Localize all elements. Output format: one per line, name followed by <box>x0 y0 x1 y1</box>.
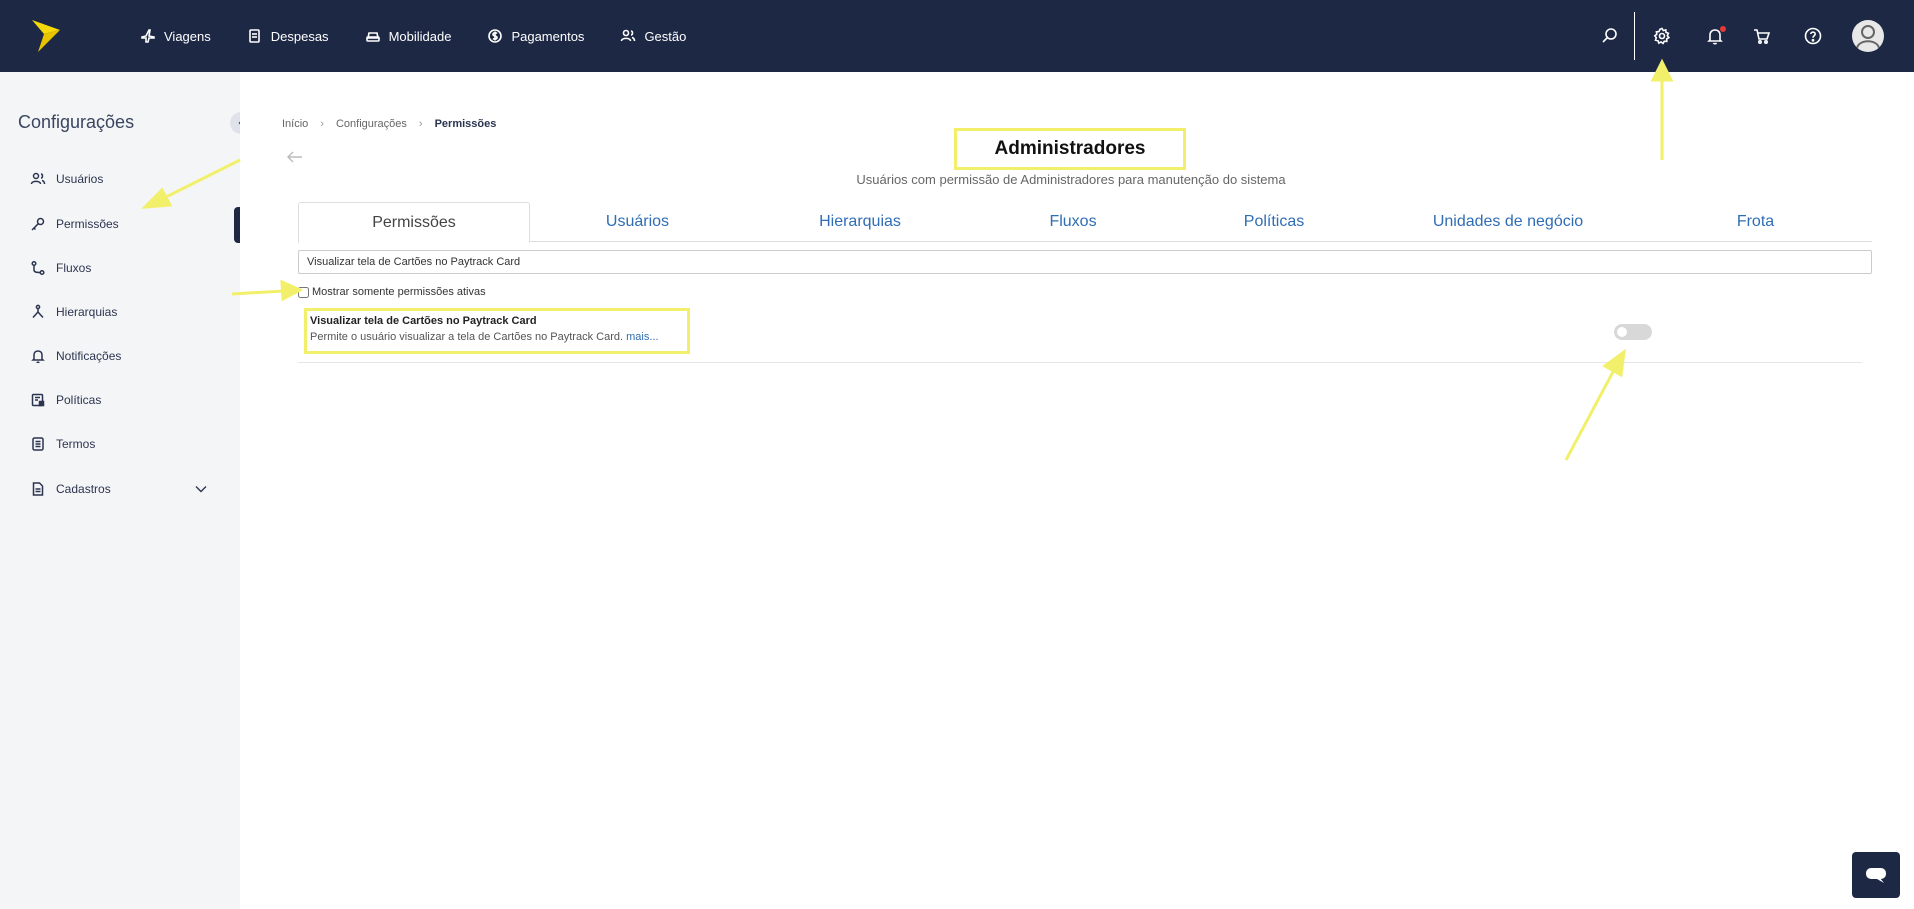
permission-description-text: Permite o usuário visualizar a tela de C… <box>310 331 624 343</box>
tab-permissoes[interactable]: Permissões <box>298 202 530 243</box>
active-only-checkbox[interactable] <box>298 286 309 298</box>
nav-despesas[interactable]: Despesas <box>247 28 329 44</box>
main-nav: Viagens Despesas Mobilidade Pagamentos G… <box>140 0 722 72</box>
nav-gestao[interactable]: Gestão <box>620 28 686 44</box>
nav-label: Viagens <box>164 28 211 44</box>
sidebar-item-fluxos[interactable]: Fluxos <box>30 258 91 278</box>
settings-button[interactable] <box>1652 26 1672 46</box>
sidebar-item-notificacoes[interactable]: Notificações <box>30 346 121 366</box>
row-divider <box>298 362 1862 363</box>
paytrack-logo[interactable] <box>30 18 62 54</box>
sidebar-item-permissoes[interactable]: Permissões <box>30 214 119 234</box>
permission-item-highlight: Visualizar tela de Cartões no Paytrack C… <box>304 308 690 354</box>
breadcrumb-current: Permissões <box>434 118 497 130</box>
help-button[interactable] <box>1803 26 1823 46</box>
chat-icon <box>1866 868 1886 883</box>
sidebar-item-label: Cadastros <box>56 482 111 496</box>
breadcrumb-configuracoes[interactable]: Configurações <box>336 118 407 130</box>
active-only-filter[interactable]: Mostrar somente permissões ativas <box>298 286 486 298</box>
search-icon <box>1602 28 1617 43</box>
tab-fluxos[interactable]: Fluxos <box>975 202 1171 242</box>
chevron-right-icon: › <box>418 118 423 130</box>
page-subtitle: Usuários com permissão de Administradore… <box>856 172 1286 187</box>
file-icon <box>32 482 44 496</box>
chevron-right-icon: › <box>320 118 324 130</box>
nav-label: Despesas <box>270 28 329 44</box>
permission-search-input[interactable] <box>298 250 1872 274</box>
user-icon <box>1856 25 1880 49</box>
sidebar-title: Configurações <box>18 112 135 132</box>
permission-description: Permite o usuário visualizar a tela de C… <box>310 331 684 343</box>
cart-icon <box>1754 29 1771 45</box>
search-button[interactable] <box>1600 26 1620 46</box>
permission-toggle[interactable] <box>1614 324 1652 340</box>
permission-more-link[interactable]: mais... <box>626 331 658 343</box>
sidebar-item-label: Notificações <box>56 349 122 363</box>
gear-icon <box>1653 27 1671 45</box>
policy-icon <box>31 393 45 407</box>
car-icon <box>365 32 380 42</box>
user-avatar[interactable] <box>1852 20 1884 52</box>
sidebar-item-label: Hierarquias <box>56 305 118 319</box>
users-icon <box>621 29 636 42</box>
chat-support-button[interactable] <box>1852 852 1900 898</box>
toggle-knob <box>1617 327 1627 337</box>
page-title: Administradores <box>994 138 1146 159</box>
tab-usuarios[interactable]: Usuários <box>530 202 745 242</box>
tab-bar: Permissões Usuários Hierarquias Fluxos P… <box>298 202 1872 243</box>
tab-politicas[interactable]: Políticas <box>1171 202 1377 242</box>
sidebar-item-usuarios[interactable]: Usuários <box>30 169 103 189</box>
sidebar-item-termos[interactable]: Termos <box>30 434 95 454</box>
tab-frota[interactable]: Frota <box>1639 202 1872 242</box>
nav-label: Gestão <box>644 28 687 44</box>
nav-mobilidade[interactable]: Mobilidade <box>365 28 452 44</box>
top-navbar: Viagens Despesas Mobilidade Pagamentos G… <box>0 0 1914 72</box>
sidebar-item-hierarquias[interactable]: Hierarquias <box>30 302 117 322</box>
sidebar-item-label: Termos <box>56 437 96 451</box>
receipt-icon <box>248 29 260 43</box>
airplane-icon <box>141 29 155 43</box>
back-arrow-icon[interactable] <box>286 150 304 164</box>
sidebar-item-cadastros[interactable]: Cadastros <box>30 479 111 499</box>
help-icon <box>1804 27 1822 45</box>
nav-viagens[interactable]: Viagens <box>140 28 211 44</box>
main-content: Início › Configurações › Permissões Admi… <box>240 72 1914 909</box>
chevron-down-icon[interactable] <box>194 482 208 496</box>
nav-label: Mobilidade <box>388 28 452 44</box>
nav-pagamentos[interactable]: Pagamentos <box>487 28 584 44</box>
dollar-icon <box>488 29 503 43</box>
nav-label: Pagamentos <box>511 28 585 44</box>
sidebar-item-label: Usuários <box>56 172 104 186</box>
document-icon <box>32 437 44 451</box>
active-only-label: Mostrar somente permissões ativas <box>312 286 486 298</box>
tab-hierarquias[interactable]: Hierarquias <box>745 202 975 242</box>
bell-icon <box>31 350 45 364</box>
tab-unidades-de-negocio[interactable]: Unidades de negócio <box>1377 202 1639 242</box>
cart-button[interactable] <box>1752 26 1772 46</box>
breadcrumb-home[interactable]: Início <box>282 118 308 130</box>
notification-badge <box>1720 26 1726 32</box>
sidebar-item-politicas[interactable]: Políticas <box>30 390 101 410</box>
hierarchy-icon <box>32 304 44 319</box>
permission-title: Visualizar tela de Cartões no Paytrack C… <box>310 315 537 327</box>
topbar-divider <box>1634 12 1635 60</box>
users-icon <box>30 172 46 185</box>
sidebar-item-label: Permissões <box>56 217 119 231</box>
sidebar-item-label: Fluxos <box>56 261 92 275</box>
flow-icon <box>31 260 45 276</box>
page-title-highlight: Administradores <box>954 128 1186 170</box>
sidebar-item-label: Políticas <box>56 393 102 407</box>
key-icon <box>31 217 45 231</box>
breadcrumb: Início › Configurações › Permissões <box>282 118 496 130</box>
sidebar: Configurações Usuários Permissões Fluxos… <box>0 72 252 909</box>
